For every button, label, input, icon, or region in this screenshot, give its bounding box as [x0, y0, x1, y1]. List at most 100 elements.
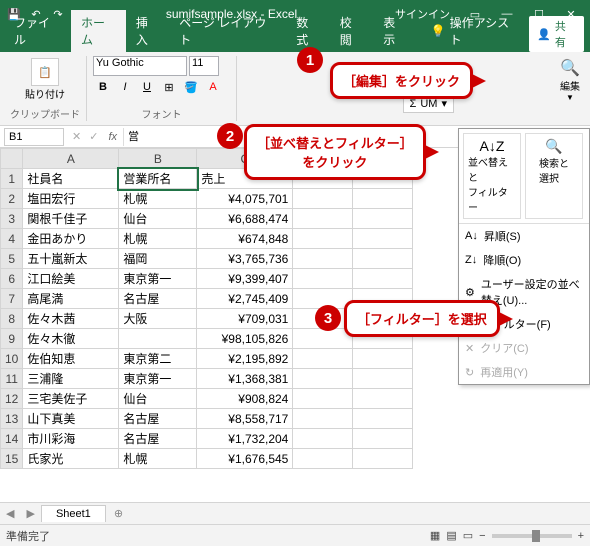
- cell[interactable]: ¥8,558,717: [197, 409, 293, 429]
- underline-button[interactable]: U: [137, 78, 157, 96]
- row-header[interactable]: 4: [1, 229, 23, 249]
- paste-icon: 📋: [31, 58, 59, 86]
- row-header[interactable]: 1: [1, 169, 23, 189]
- cancel-icon[interactable]: ✕: [68, 130, 85, 143]
- cell[interactable]: 三宅美佐子: [23, 389, 119, 409]
- cell[interactable]: 三浦隆: [23, 369, 119, 389]
- sort-asc-item[interactable]: A↓昇順(S): [459, 224, 589, 248]
- row-header[interactable]: 6: [1, 269, 23, 289]
- cell[interactable]: 塩田宏行: [23, 189, 119, 209]
- view-break-icon[interactable]: ▭: [463, 529, 473, 542]
- cell[interactable]: 関根千佳子: [23, 209, 119, 229]
- cell[interactable]: 金田あかり: [23, 229, 119, 249]
- zoom-in[interactable]: +: [578, 530, 584, 542]
- cell[interactable]: [119, 329, 197, 349]
- row-header[interactable]: 11: [1, 369, 23, 389]
- col-header[interactable]: B: [119, 149, 197, 169]
- row-header[interactable]: 13: [1, 409, 23, 429]
- cell[interactable]: 大阪: [119, 309, 197, 329]
- sort-filter-button[interactable]: A↓Z並べ替えと フィルター: [463, 133, 521, 219]
- font-size-select[interactable]: 11: [189, 56, 219, 76]
- row-header[interactable]: 10: [1, 349, 23, 369]
- cell[interactable]: 名古屋: [119, 409, 197, 429]
- cell[interactable]: 名古屋: [119, 289, 197, 309]
- row-header[interactable]: 2: [1, 189, 23, 209]
- tab-insert[interactable]: 挿入: [126, 10, 169, 52]
- border-button[interactable]: ⊞: [159, 78, 179, 96]
- cell[interactable]: ¥4,075,701: [197, 189, 293, 209]
- paste-button[interactable]: 📋 貼り付け: [10, 56, 80, 101]
- cell[interactable]: 佐々木茜: [23, 309, 119, 329]
- sort-desc-item[interactable]: Z↓降順(O): [459, 248, 589, 272]
- fx-icon[interactable]: fx: [102, 131, 123, 143]
- cell[interactable]: ¥1,368,381: [197, 369, 293, 389]
- sheet-tab[interactable]: Sheet1: [41, 505, 106, 522]
- tab-file[interactable]: ファイル: [4, 10, 71, 52]
- cell[interactable]: 東京第二: [119, 349, 197, 369]
- col-header[interactable]: A: [23, 149, 119, 169]
- zoom-out[interactable]: −: [479, 530, 485, 542]
- cell[interactable]: 札幌: [119, 449, 197, 469]
- fill-color-button[interactable]: 🪣: [181, 78, 201, 96]
- name-box[interactable]: B1: [4, 128, 64, 146]
- cell[interactable]: 佐々木徹: [23, 329, 119, 349]
- share-button[interactable]: 👤 共有: [529, 16, 584, 52]
- find-select-button[interactable]: 🔍検索と 選択: [525, 133, 583, 219]
- bold-button[interactable]: B: [93, 78, 113, 96]
- select-all[interactable]: [1, 149, 23, 169]
- cell[interactable]: ¥1,676,545: [197, 449, 293, 469]
- new-sheet-button[interactable]: ⊕: [106, 507, 131, 520]
- row-header[interactable]: 15: [1, 449, 23, 469]
- cell[interactable]: 札幌: [119, 189, 197, 209]
- cell[interactable]: 名古屋: [119, 429, 197, 449]
- enter-icon[interactable]: ✓: [85, 130, 102, 143]
- cell[interactable]: 高尾満: [23, 289, 119, 309]
- row-header[interactable]: 9: [1, 329, 23, 349]
- cell[interactable]: 東京第一: [119, 269, 197, 289]
- cell[interactable]: ¥1,732,204: [197, 429, 293, 449]
- italic-button[interactable]: I: [115, 78, 135, 96]
- cell[interactable]: 仙台: [119, 209, 197, 229]
- view-layout-icon[interactable]: ▤: [446, 529, 456, 542]
- tab-view[interactable]: 表示: [373, 10, 416, 52]
- cell[interactable]: 山下真美: [23, 409, 119, 429]
- cell[interactable]: 五十嵐新太: [23, 249, 119, 269]
- row-header[interactable]: 8: [1, 309, 23, 329]
- row-header[interactable]: 14: [1, 429, 23, 449]
- edit-group-button[interactable]: 🔍 編集 ▼: [554, 56, 586, 104]
- cell[interactable]: ¥674,848: [197, 229, 293, 249]
- font-color-button[interactable]: A: [203, 78, 223, 96]
- row-header[interactable]: 12: [1, 389, 23, 409]
- cell[interactable]: ¥9,399,407: [197, 269, 293, 289]
- cell[interactable]: ¥2,195,892: [197, 349, 293, 369]
- cell[interactable]: 社員名: [23, 169, 119, 189]
- cell[interactable]: 江口絵美: [23, 269, 119, 289]
- cell[interactable]: ¥709,031: [197, 309, 293, 329]
- cell[interactable]: ¥98,105,826: [197, 329, 293, 349]
- cell[interactable]: ¥2,745,409: [197, 289, 293, 309]
- cell[interactable]: 東京第一: [119, 369, 197, 389]
- tab-layout[interactable]: ページ レイアウト: [169, 10, 286, 52]
- cell[interactable]: ¥6,688,474: [197, 209, 293, 229]
- tell-me[interactable]: 💡 操作アシスト: [421, 10, 529, 52]
- tab-home[interactable]: ホーム: [71, 10, 126, 52]
- view-normal-icon[interactable]: ▦: [430, 529, 440, 542]
- cell[interactable]: 札幌: [119, 229, 197, 249]
- cell[interactable]: ¥3,765,736: [197, 249, 293, 269]
- row-header[interactable]: 7: [1, 289, 23, 309]
- cell[interactable]: 佐伯知恵: [23, 349, 119, 369]
- sheet-nav-prev[interactable]: ◀: [0, 507, 20, 520]
- row-header[interactable]: 3: [1, 209, 23, 229]
- tab-formula[interactable]: 数式: [286, 10, 329, 52]
- cell[interactable]: ¥908,824: [197, 389, 293, 409]
- row-header[interactable]: 5: [1, 249, 23, 269]
- cell[interactable]: 仙台: [119, 389, 197, 409]
- cell[interactable]: 営業所名: [119, 169, 197, 189]
- zoom-slider[interactable]: [492, 534, 572, 538]
- cell[interactable]: 氏家光: [23, 449, 119, 469]
- font-name-select[interactable]: Yu Gothic: [93, 56, 187, 76]
- sheet-nav-next[interactable]: ▶: [20, 507, 40, 520]
- cell[interactable]: 福岡: [119, 249, 197, 269]
- tab-review[interactable]: 校閲: [330, 10, 373, 52]
- cell[interactable]: 市川彩海: [23, 429, 119, 449]
